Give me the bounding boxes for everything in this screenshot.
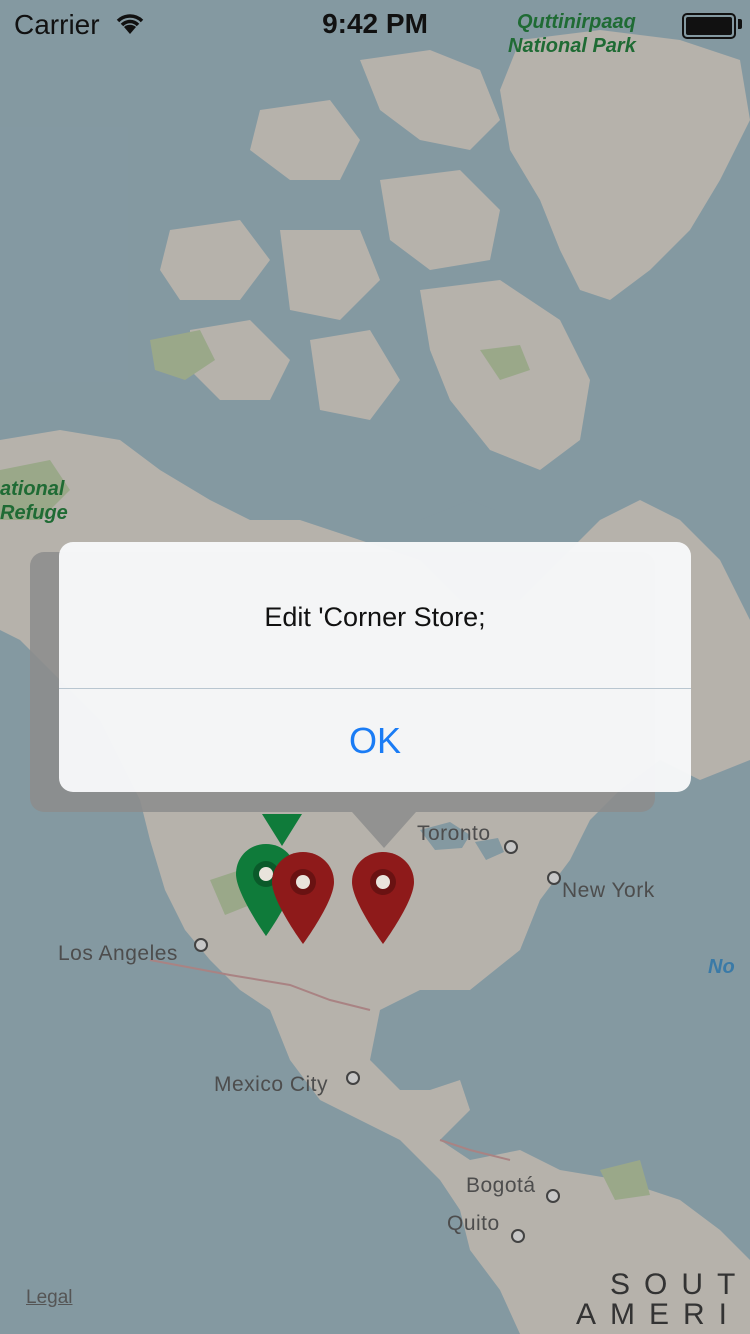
red-pin-1[interactable] bbox=[270, 850, 336, 946]
city-label-new-york: New York bbox=[562, 879, 655, 902]
battery-tip bbox=[738, 19, 742, 29]
time-label: 9:42 PM bbox=[322, 8, 428, 39]
battery-icon bbox=[682, 13, 736, 39]
pin-icon bbox=[262, 814, 302, 846]
status-bar: Carrier 9:42 PM bbox=[0, 0, 750, 48]
park-label-refuge: ational Refuge bbox=[0, 477, 68, 525]
city-label-bogota: Bogotá bbox=[466, 1174, 536, 1197]
legal-link[interactable]: Legal bbox=[26, 1287, 73, 1309]
pin-icon bbox=[272, 852, 334, 944]
city-label-toronto: Toronto bbox=[417, 822, 491, 845]
pin-callout-tip bbox=[352, 812, 416, 848]
city-label-quito: Quito bbox=[447, 1212, 500, 1235]
alert-message: Edit 'Corner Store; bbox=[264, 602, 486, 632]
pin-center bbox=[376, 875, 390, 889]
city-label-mexico-city: Mexico City bbox=[214, 1073, 329, 1096]
red-pin-2[interactable] bbox=[350, 850, 416, 946]
park-label-line: ational bbox=[0, 478, 65, 500]
continent-label-line: SOUT bbox=[610, 1268, 750, 1301]
park-label-line: Refuge bbox=[0, 502, 68, 524]
city-label-los-angeles: Los Angeles bbox=[58, 942, 178, 965]
alert-dialog: Edit 'Corner Store; OK bbox=[59, 542, 691, 792]
continent-label: SOUT AMERI bbox=[576, 1268, 750, 1330]
green-pin-partial[interactable] bbox=[262, 814, 302, 846]
continent-label-line: AMERI bbox=[576, 1298, 742, 1331]
battery-fill bbox=[686, 17, 732, 35]
pin-icon bbox=[352, 852, 414, 944]
pin-center bbox=[296, 875, 310, 889]
ocean-label: No bbox=[708, 956, 735, 978]
ok-button[interactable]: OK bbox=[59, 689, 691, 792]
